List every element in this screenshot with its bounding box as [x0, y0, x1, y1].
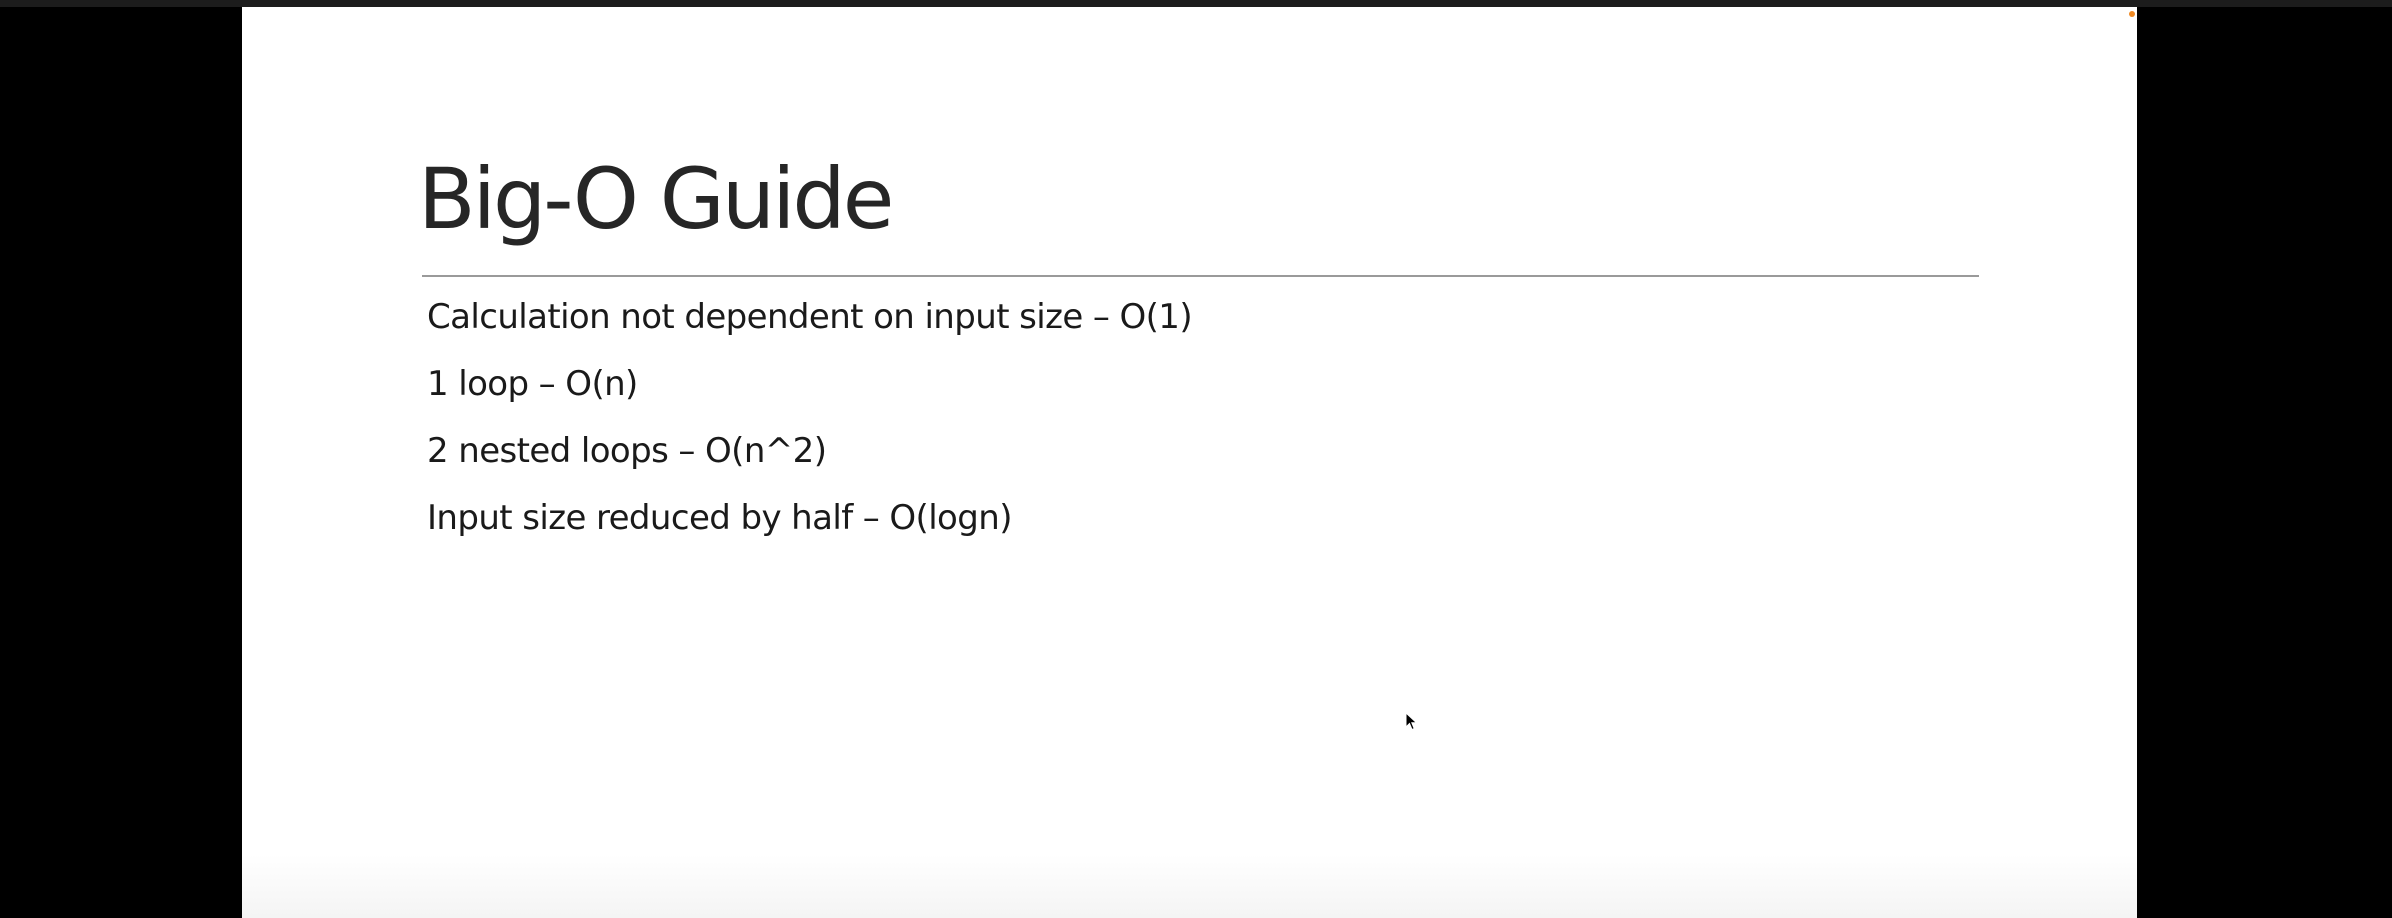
- bullet-item: 2 nested loops – O(n^2): [427, 431, 827, 471]
- top-strip: [0, 0, 2392, 7]
- bullet-item: Input size reduced by half – O(logn): [427, 498, 1012, 538]
- presentation-screen: Big-O Guide Calculation not dependent on…: [0, 0, 2392, 918]
- bullet-item: 1 loop – O(n): [427, 364, 638, 404]
- bullet-item: Calculation not dependent on input size …: [427, 297, 1193, 337]
- recording-dot-icon: [2129, 11, 2135, 17]
- mouse-pointer-icon: [1405, 712, 1418, 731]
- slide-title: Big-O Guide: [418, 150, 894, 248]
- bullet-list: Calculation not dependent on input size …: [427, 293, 1193, 561]
- slide[interactable]: Big-O Guide Calculation not dependent on…: [242, 7, 2137, 918]
- title-divider: [422, 275, 1979, 277]
